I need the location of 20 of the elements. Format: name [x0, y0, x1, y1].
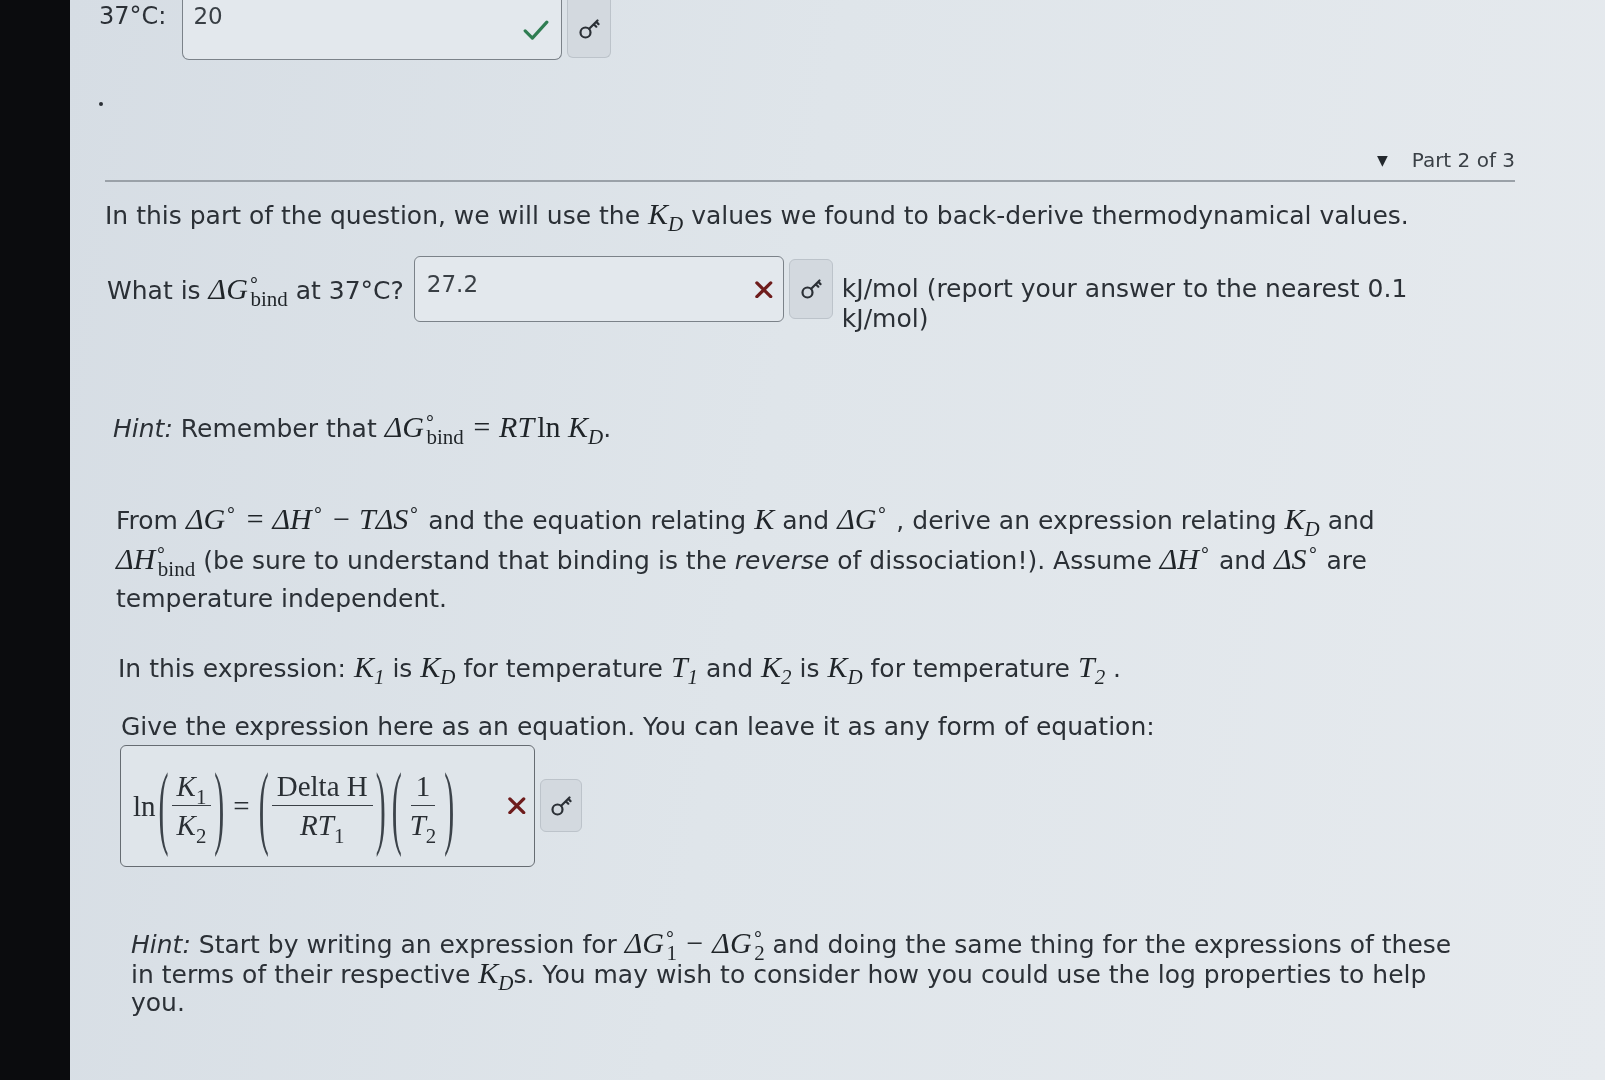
key-icon — [799, 277, 822, 300]
temperature-label: 37°C: — [99, 2, 167, 30]
hint-text: Hint: Remember that ΔG$^{∘}$$_{bind}$ = RTln K$_{D}$. — [113, 411, 613, 444]
question-prompt: What is ΔG$^{∘}$$_{bind}$ at 37°C? — [107, 273, 404, 306]
instructions-text: From ΔG$^{∘}$ = ΔH$^{∘}$ − TΔS$^{∘}$ and the equation relating K and ΔG$^{∘}$ , derive an expression relating K$_{D}$ and ΔH$^{∘}$$_{bind}$ (be sure to understand that binding is the reverse of dissociation!). Assume ΔH$^{∘}$ and ΔS$^{∘}$ are temperature independent. — [116, 499, 1376, 615]
unit-note: kJ/mol (report your answer to the nearest 0.1 kJ/mol) — [841, 273, 1409, 334]
key-button[interactable] — [788, 258, 833, 319]
key-button[interactable] — [540, 779, 582, 832]
part-label: Part 2 of 3 — [1411, 147, 1515, 174]
key-icon — [550, 794, 572, 817]
intro-text: In this part of the question, we will use the K$_{D}$ values we found to back-derive thermodynamical values. — [105, 199, 1410, 230]
answer-field[interactable]: 20 — [182, 0, 563, 60]
key-button[interactable] — [567, 0, 612, 58]
definitions-text: In this expression: K$_{1}$ is K$_{D}$ for temperature T$_{1}$ and K$_{2}$ is K$_{D}$ for temperature T$_{2}$ . — [118, 651, 1123, 684]
hint-text: Hint: Start by writing an expression for ΔG$^{∘}$$_{1}$ − ΔG$^{∘}$$_{2}$ and doing the same thing for the expressions of these in terms of their respective K$_{D}$s. You may wish to consider how you could use the log properties to help you. — [131, 928, 1453, 1017]
collapse-toggle[interactable]: ▼ — [1376, 152, 1388, 168]
equation-prompt: Give the expression here as an equation. You can leave it as any form of equation: — [121, 711, 1156, 742]
bullet-dot-icon — [99, 102, 103, 106]
key-icon — [578, 17, 601, 40]
answer-field[interactable]: 27.2 — [413, 255, 784, 322]
